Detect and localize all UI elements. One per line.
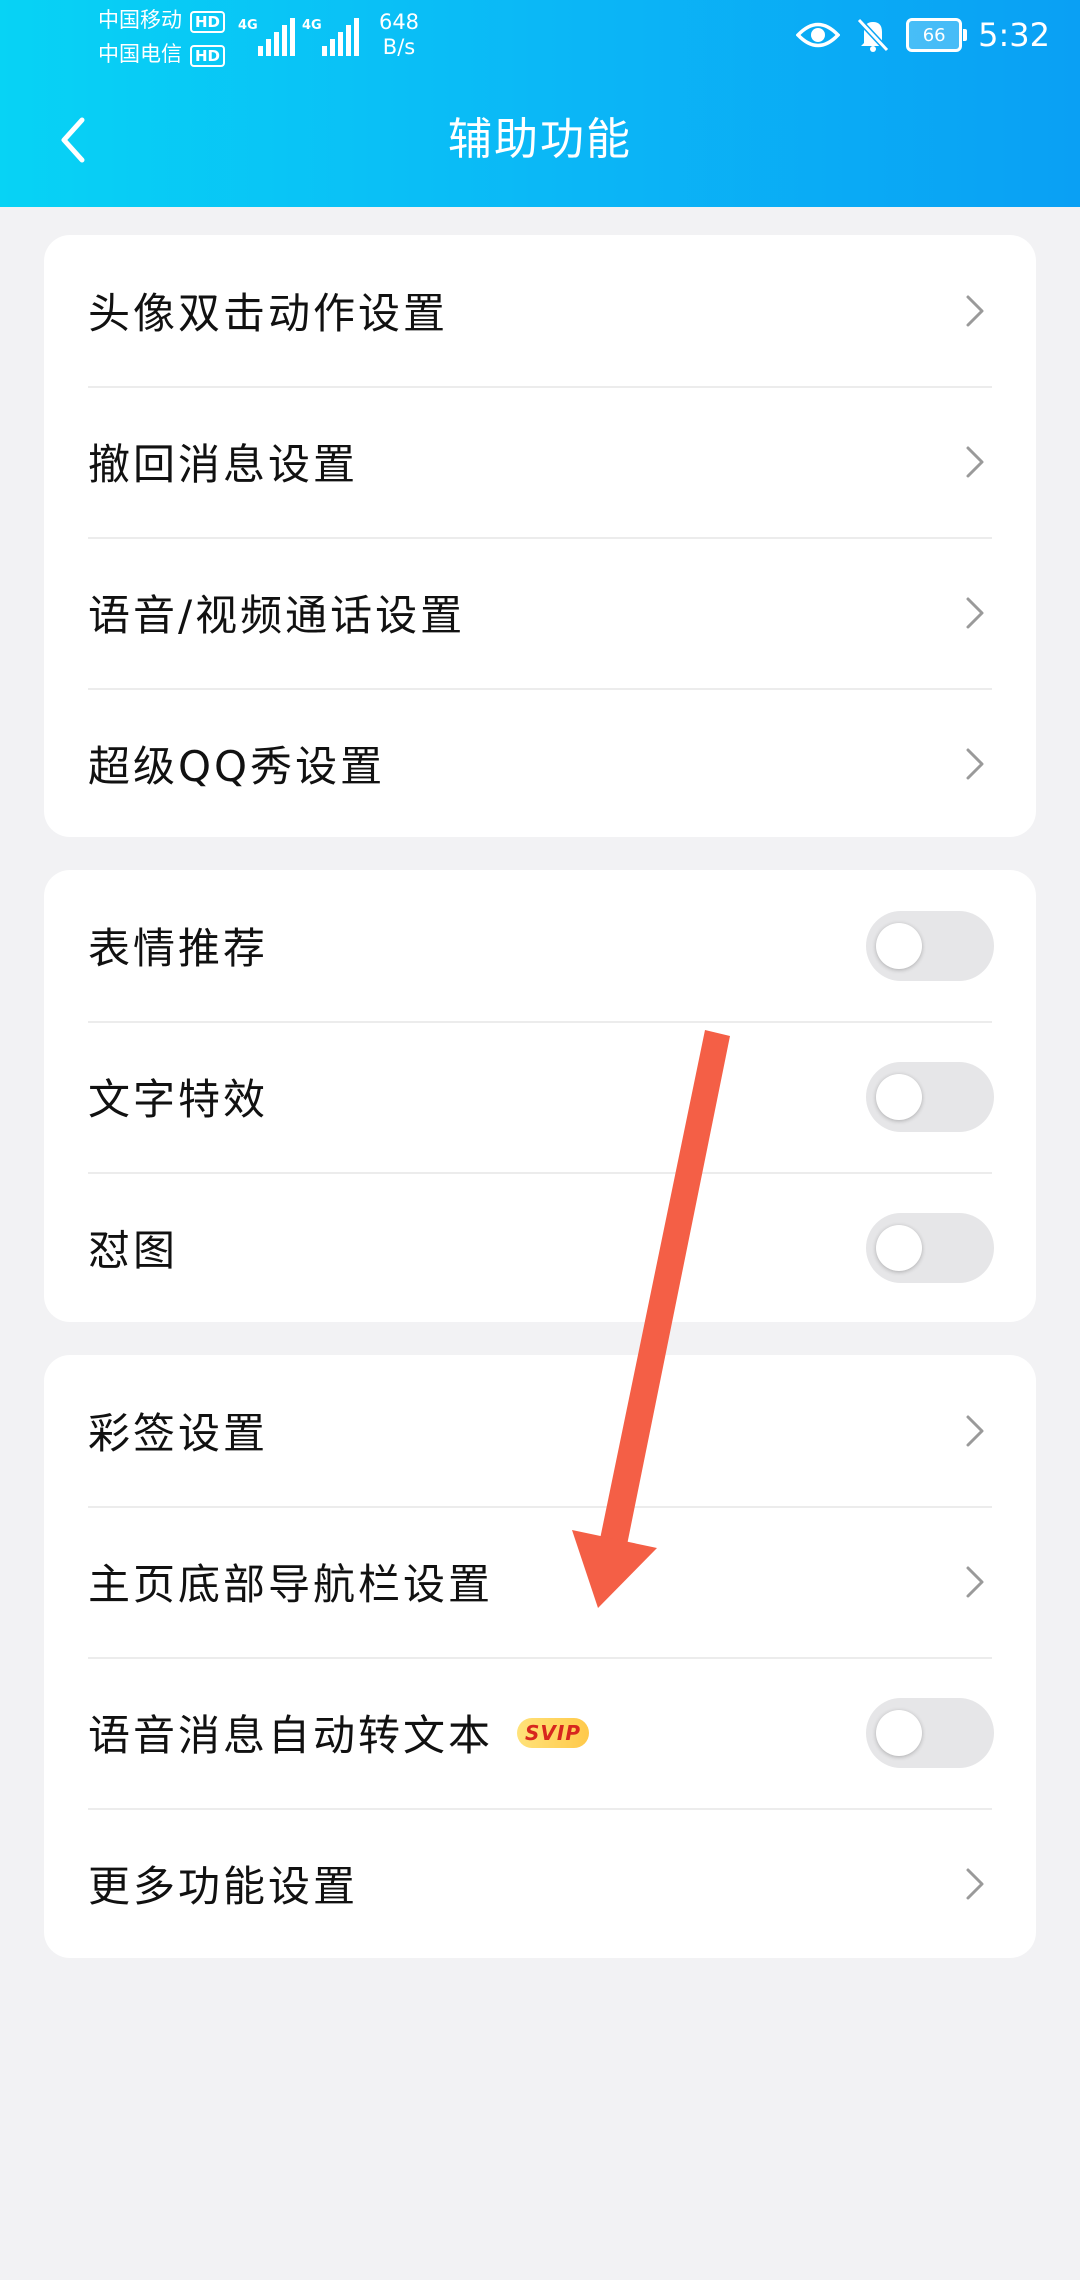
avatar-double-tap-setting[interactable]: 头像双击动作设置 [44, 235, 1036, 386]
chevron-right-icon [966, 748, 984, 779]
recall-message-setting[interactable]: 撤回消息设置 [44, 386, 1036, 537]
bottom-nav-bar-setting[interactable]: 主页底部导航栏设置 [44, 1506, 1036, 1657]
carrier-2: 中国电信 HD [98, 42, 226, 67]
reply-image-setting: 怼图 [44, 1172, 1036, 1322]
signal-icon: 4G [238, 14, 308, 56]
row-label: 表情推荐 [88, 924, 269, 973]
row-label: 语音消息自动转文本 SVIP [88, 1702, 866, 1763]
row-label: 更多功能设置 [88, 1862, 359, 1911]
row-label: 怼图 [88, 1226, 179, 1275]
voice-to-text-toggle[interactable] [866, 1697, 994, 1768]
svip-badge: SVIP [517, 1717, 589, 1748]
signal-icon: 4G [302, 14, 372, 56]
hd-badge: HD [190, 11, 226, 33]
row-label: 头像双击动作设置 [88, 289, 449, 338]
text-effects-toggle[interactable] [866, 1061, 994, 1132]
page-title: 辅助功能 [448, 114, 632, 165]
chevron-right-icon [966, 295, 984, 326]
toggle-knob [876, 1073, 922, 1120]
settings-group-1: 头像双击动作设置 撤回消息设置 语音/视频通话设置 超级QQ秀设置 [44, 235, 1036, 837]
battery-icon: 66 [906, 18, 968, 52]
more-features-setting[interactable]: 更多功能设置 [44, 1808, 1036, 1958]
app-header: 中国移动 HD 中国电信 HD 4G 4G 648 B/s 66 5:32 辅助… [0, 0, 1080, 207]
settings-group-2: 表情推荐 文字特效 怼图 [44, 870, 1036, 1322]
bell-muted-icon [856, 17, 890, 53]
voice-video-call-setting[interactable]: 语音/视频通话设置 [44, 537, 1036, 688]
emoji-recommendation-setting: 表情推荐 [44, 870, 1036, 1021]
text-effects-setting: 文字特效 [44, 1021, 1036, 1172]
chevron-right-icon [966, 597, 984, 628]
toggle-knob [876, 922, 922, 969]
row-label: 超级QQ秀设置 [88, 742, 386, 791]
toggle-knob [876, 1224, 922, 1271]
carrier-1: 中国移动 HD [98, 8, 226, 33]
chevron-right-icon [966, 1566, 984, 1597]
network-speed: 648 B/s [378, 10, 420, 59]
row-label: 彩签设置 [88, 1409, 269, 1458]
status-bar: 中国移动 HD 中国电信 HD 4G 4G 648 B/s 66 5:32 [0, 0, 1080, 70]
reply-image-toggle[interactable] [866, 1212, 994, 1283]
row-label: 撤回消息设置 [88, 440, 359, 489]
settings-group-3: 彩签设置 主页底部导航栏设置 语音消息自动转文本 SVIP 更多功能设置 [44, 1355, 1036, 1958]
hd-badge: HD [190, 45, 226, 67]
super-qq-show-setting[interactable]: 超级QQ秀设置 [44, 688, 1036, 837]
eye-icon [796, 22, 841, 48]
emoji-recommendation-toggle[interactable] [866, 910, 994, 981]
clock: 5:32 [978, 16, 1050, 54]
row-label: 主页底部导航栏设置 [88, 1560, 494, 1609]
chevron-right-icon [966, 1868, 984, 1899]
toggle-knob [876, 1709, 922, 1756]
row-label: 语音/视频通话设置 [88, 591, 466, 640]
row-label: 文字特效 [88, 1075, 269, 1124]
chevron-right-icon [966, 1415, 984, 1446]
chevron-right-icon [966, 446, 984, 477]
status-icons: 66 5:32 [796, 10, 1050, 60]
color-tag-setting[interactable]: 彩签设置 [44, 1355, 1036, 1506]
voice-to-text-setting: 语音消息自动转文本 SVIP [44, 1657, 1036, 1808]
